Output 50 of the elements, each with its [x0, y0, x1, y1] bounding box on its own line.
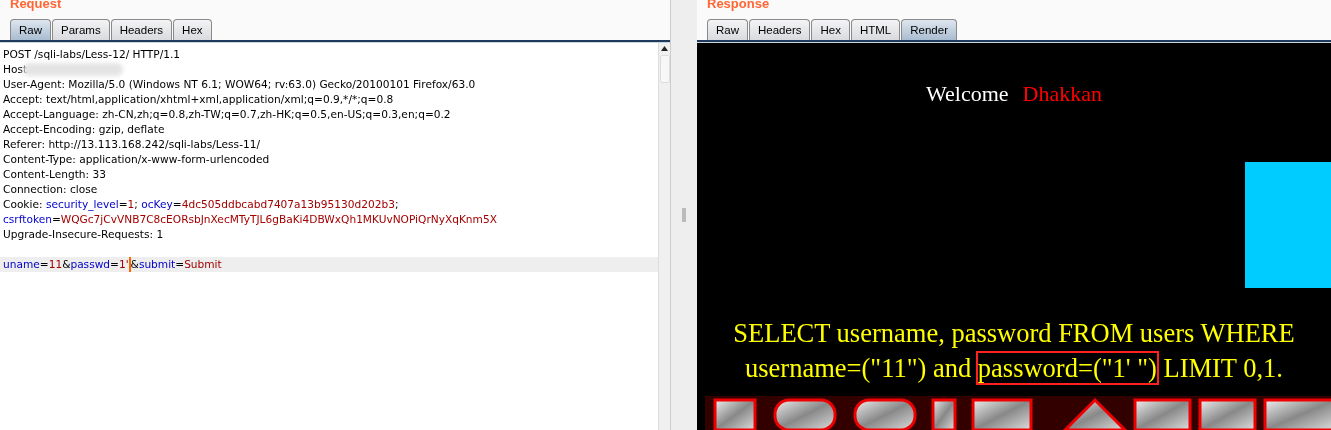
code-text: WQGc7jCvVNB7C8cEORsbJnXecMTyTJL6gBaKi4DBWxQh1MKUvNOPiQrNyXqKnm5X [60, 212, 497, 227]
code-text: User-Agent: Mozilla/5.0 (Windows NT 6.1; WOW64; rv:63.0) Gecko/20100101 Firefox/63.0 [3, 77, 476, 92]
code-text: = [172, 197, 182, 212]
code-text: = [39, 257, 49, 272]
code-text: Cookie: [3, 197, 44, 212]
tab[interactable]: Render [901, 19, 957, 40]
code-text: submit [138, 257, 176, 272]
tab[interactable]: Headers [110, 19, 173, 40]
code-text: ; [134, 197, 139, 212]
code-text: uname [3, 257, 40, 272]
code-text: 4dc505ddbcabd7407a13b95130d202b3 [181, 197, 395, 212]
tab[interactable]: Headers [749, 19, 811, 40]
code-text: 11 [48, 257, 63, 272]
highlighted-query-text: password=("1' ") [977, 353, 1157, 383]
code-text: Submit [184, 257, 222, 272]
tab[interactable]: HTML [850, 19, 901, 40]
code-text: Content-Length: 33 [3, 167, 106, 182]
query-text: SELECT username, password FROM users WHERE [733, 318, 1295, 348]
scroll-thumb[interactable] [659, 55, 670, 83]
query-text: username=("11") and [745, 353, 973, 383]
code-text: Content-Type: application/x-www-form-urlencoded [3, 152, 270, 167]
code-text: POST /sqli-labs/Less-12/ HTTP/1.1 [3, 47, 181, 62]
code-text: Accept-Encoding: gzip, deflate [3, 122, 165, 137]
code-text: Referer: http://13.113.168.242/sqli-labs/Less-11/ [3, 137, 260, 152]
code-text: Connection: close [3, 182, 98, 197]
code-text: ; [394, 197, 399, 212]
code-text: = [110, 257, 119, 272]
code-text: passwd [70, 257, 111, 272]
code-text: security_level [45, 197, 119, 212]
code-text: 1' [118, 257, 129, 272]
code-text: Host [3, 62, 28, 77]
query-text: LIMIT 0,1. [1162, 353, 1283, 383]
user-name: Dhakkan [1022, 80, 1102, 108]
code-text: = [175, 257, 185, 272]
tab[interactable]: Hex [811, 19, 850, 40]
scrollbar[interactable] [658, 43, 670, 430]
code-text: Upgrade-Insecure-Requests: 1 [3, 227, 164, 242]
tab[interactable]: Raw [10, 19, 51, 40]
code-text: & [128, 257, 139, 272]
code-text: = [118, 197, 128, 212]
code-text: Accept-Language: zh-CN,zh;q=0.8,zh-TW;q=0.7,zh-HK;q=0.5,en-US;q=0.3,en;q=0.2 [3, 107, 451, 122]
code-text: & [62, 257, 71, 272]
tab[interactable]: Params [52, 19, 110, 40]
code-text: csrftoken [3, 212, 52, 227]
tab[interactable]: Hex [173, 19, 212, 40]
code-text: ocKey [141, 197, 173, 212]
code-text: = [51, 212, 61, 227]
tab[interactable]: Raw [707, 19, 748, 40]
code-text: Accept: text/html,application/xhtml+xml,application/xml;q=0.9,*/*;q=0.8 [3, 92, 394, 107]
welcome-text: Welcome [926, 80, 1009, 108]
